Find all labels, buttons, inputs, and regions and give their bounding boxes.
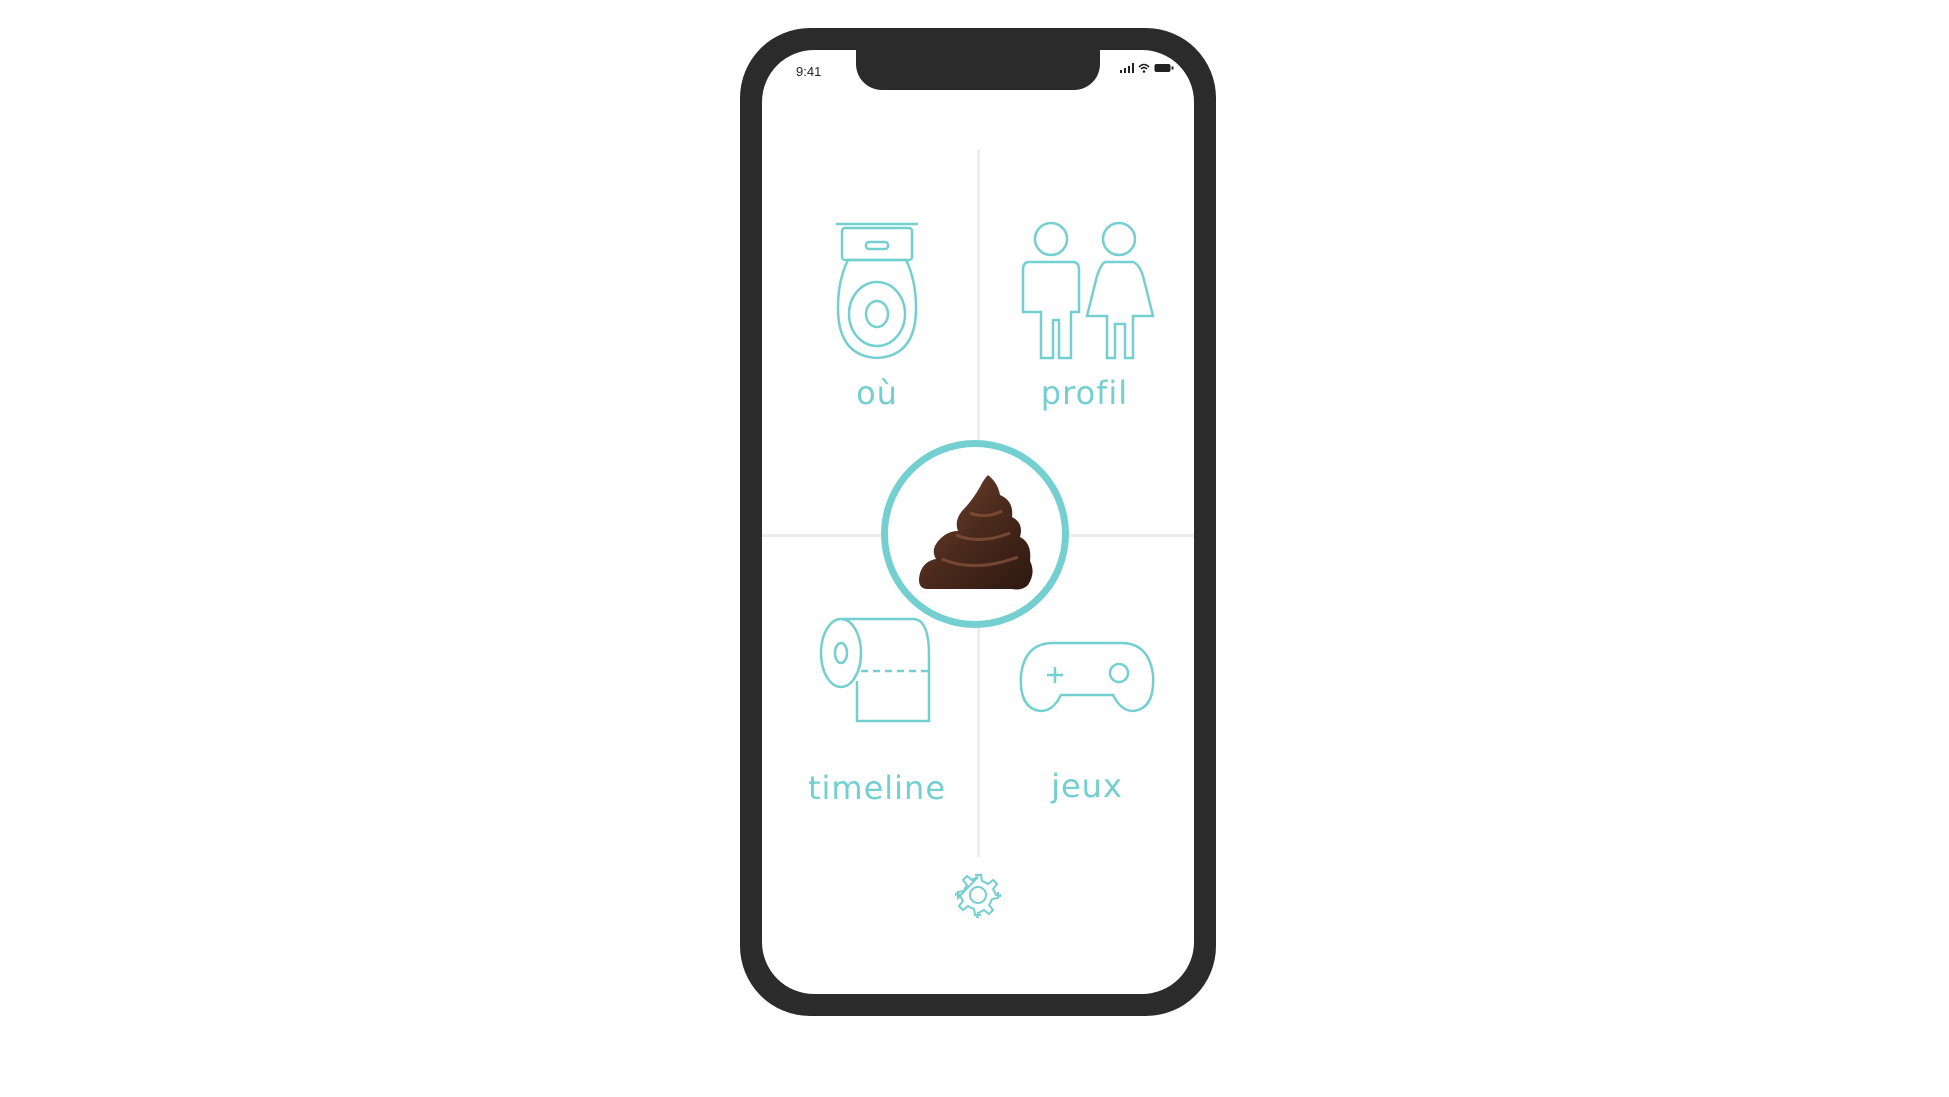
app-screen: 9:41 où profil timeline jeux: [762, 50, 1194, 994]
gear-icon: [954, 874, 1002, 919]
menu-tile-timeline[interactable]: timeline: [782, 615, 972, 807]
toilet-icon: [836, 222, 918, 360]
phone-notch: [856, 50, 1100, 90]
menu-label-timeline: timeline: [807, 769, 947, 807]
menu-tile-profil[interactable]: profil: [997, 220, 1172, 412]
signal-icon: [1120, 63, 1134, 73]
gamepad-icon: [1019, 641, 1155, 713]
battery-icon: [1154, 64, 1174, 72]
wifi-icon: [1138, 63, 1150, 73]
menu-label-jeux: jeux: [1051, 767, 1123, 805]
settings-button[interactable]: [954, 872, 1002, 922]
menu-tile-jeux[interactable]: jeux: [1002, 635, 1172, 805]
status-icons: [1120, 63, 1174, 73]
menu-label-profil: profil: [1040, 374, 1129, 412]
status-time: 9:41: [796, 64, 822, 79]
menu-label-ou: où: [856, 374, 898, 412]
toilet-paper-icon: [819, 617, 931, 723]
phone-frame: 9:41 où profil timeline jeux: [740, 28, 1216, 1016]
poop-icon: [919, 475, 1033, 590]
man-woman-icon: [1021, 221, 1155, 360]
menu-tile-ou[interactable]: où: [802, 220, 952, 412]
center-poop-button[interactable]: [881, 440, 1069, 628]
